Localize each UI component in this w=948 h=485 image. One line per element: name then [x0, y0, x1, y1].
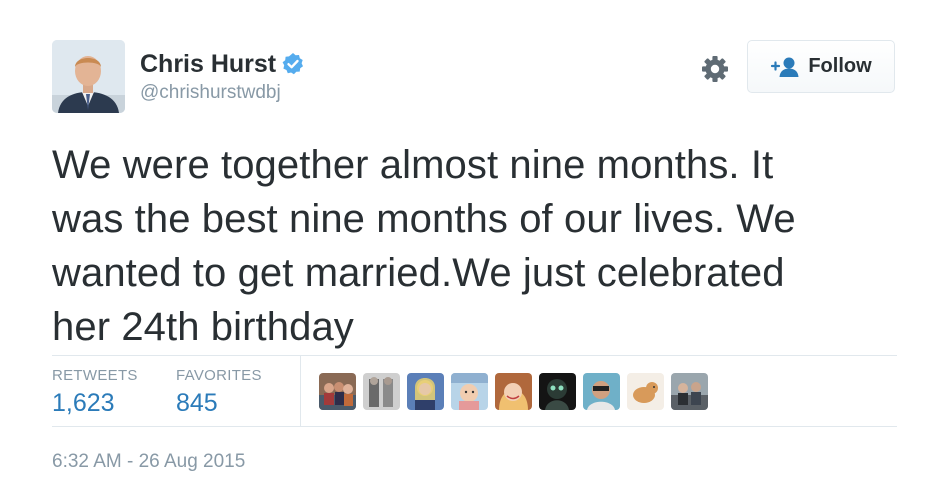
favoriter-avatar[interactable]	[627, 373, 664, 410]
author-name[interactable]: Chris Hurst	[140, 50, 276, 79]
favoriter-avatar[interactable]	[407, 373, 444, 410]
tweet-timestamp[interactable]: 6:32 AM - 26 Aug 2015	[52, 451, 245, 473]
gear-icon[interactable]	[700, 54, 730, 84]
retweets-label: RETWEETS	[52, 367, 138, 384]
tweet-text-line: her 24th birthday	[52, 305, 354, 349]
favoriter-avatar[interactable]	[671, 373, 708, 410]
favoriter-avatar[interactable]	[319, 373, 356, 410]
follow-button[interactable]: Follow	[747, 40, 895, 93]
author-name-row[interactable]: Chris Hurst	[140, 48, 305, 80]
avatar-image	[52, 40, 125, 113]
tweet-text-line: We were together almost nine months. It	[52, 143, 774, 187]
favorites-label: FAVORITES	[176, 367, 262, 384]
author-avatar[interactable]	[52, 40, 125, 113]
stats-top-divider	[52, 355, 897, 356]
favoriter-avatar[interactable]	[363, 373, 400, 410]
stats-separator	[300, 356, 301, 426]
tweet-text: We were together almost nine months. It …	[52, 138, 912, 354]
retweets-count[interactable]: 1,623	[52, 389, 115, 418]
stats-bottom-divider	[52, 426, 897, 427]
tweet-text-line: was the best nine months of our lives. W…	[52, 197, 796, 241]
author-handle[interactable]: @chrishurstwdbj	[140, 82, 281, 104]
add-user-icon	[771, 57, 799, 77]
tweet-text-line: wanted to get married.We just celebrated	[52, 251, 785, 295]
verified-badge-icon	[282, 53, 304, 75]
favoriter-avatar[interactable]	[451, 373, 488, 410]
follow-button-label: Follow	[808, 55, 872, 77]
favoriter-avatar[interactable]	[583, 373, 620, 410]
favoriter-avatar[interactable]	[539, 373, 576, 410]
favorites-count[interactable]: 845	[176, 389, 218, 418]
favoriter-avatar[interactable]	[495, 373, 532, 410]
